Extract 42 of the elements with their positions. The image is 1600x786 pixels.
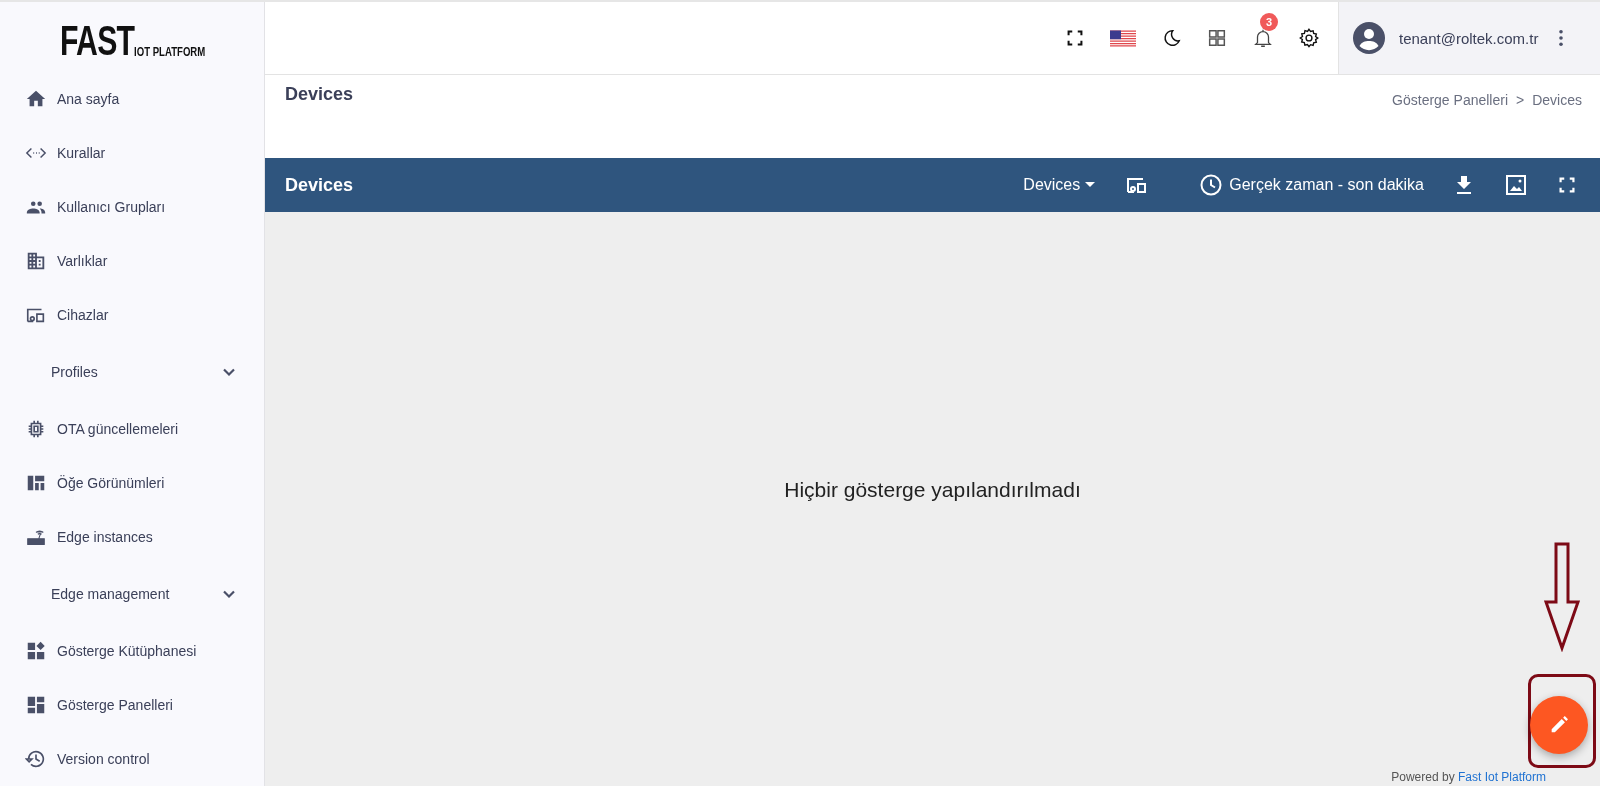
sidebar-item[interactable]: Gösterge Panelleri (0, 678, 264, 732)
edit-button[interactable] (1530, 696, 1588, 754)
sidebar-item[interactable]: Gösterge Kütüphanesi (0, 624, 264, 678)
dashboard-icon (25, 694, 47, 716)
logo-title: FAST (59, 24, 135, 58)
timewindow-button[interactable]: Gerçek zaman - son dakika (1199, 173, 1424, 197)
caret-icon (1085, 182, 1096, 188)
avatar-icon (1353, 22, 1385, 54)
image-icon[interactable] (1504, 173, 1528, 197)
building-icon (25, 250, 47, 272)
sidebar-item[interactable]: Kullanıcı Grupları (0, 180, 264, 234)
sidebar-item[interactable]: Öğe Görünümleri (0, 456, 264, 510)
sidebar-item[interactable]: Edge instances (0, 510, 264, 564)
bell-icon[interactable] (1252, 27, 1274, 49)
sidebar-item[interactable]: Cihazlar (0, 288, 264, 342)
sidebar-item[interactable]: Kurallar (0, 126, 264, 180)
sidebar-item[interactable]: Version control (0, 732, 264, 786)
more-icon[interactable] (1558, 29, 1565, 47)
state-select[interactable]: Devices (1023, 176, 1096, 194)
breadcrumb-separator: > (1516, 92, 1525, 108)
sidebar-group[interactable]: Edge management (0, 564, 264, 624)
clock-icon (1199, 173, 1224, 197)
footer-link[interactable]: Fast Iot Platform (1457, 770, 1546, 784)
sidebar-item[interactable]: Ana sayfa (0, 72, 264, 126)
empty-message: Hiçbir gösterge yapılandırılmadı (784, 478, 1081, 502)
page-title: Devices (285, 84, 354, 105)
breadcrumb-link[interactable]: Gösterge Panelleri (1392, 92, 1508, 108)
user-panel[interactable]: tenant@roltek.com.tr (1338, 2, 1600, 74)
library-icon (25, 640, 47, 662)
history-icon (25, 748, 47, 770)
grid-icon[interactable] (1206, 27, 1228, 49)
us-flag-icon[interactable] (1110, 29, 1136, 47)
sidebar-item[interactable]: Varlıklar (0, 234, 264, 288)
sidebar-item[interactable]: OTA güncellemeleri (0, 402, 264, 456)
fullscreen-icon[interactable] (1556, 174, 1578, 196)
notification-count: 3 (1260, 13, 1278, 31)
dashboard-title: Devices (285, 174, 354, 196)
logo-subtitle: IOT PLATFORM (134, 46, 206, 58)
settings-icon[interactable] (1298, 27, 1320, 49)
footer-text: Powered by Fast Iot Platform (1391, 770, 1546, 784)
user-email: tenant@roltek.com.tr (1399, 29, 1539, 47)
sidebar-group[interactable]: Profiles (0, 342, 264, 402)
